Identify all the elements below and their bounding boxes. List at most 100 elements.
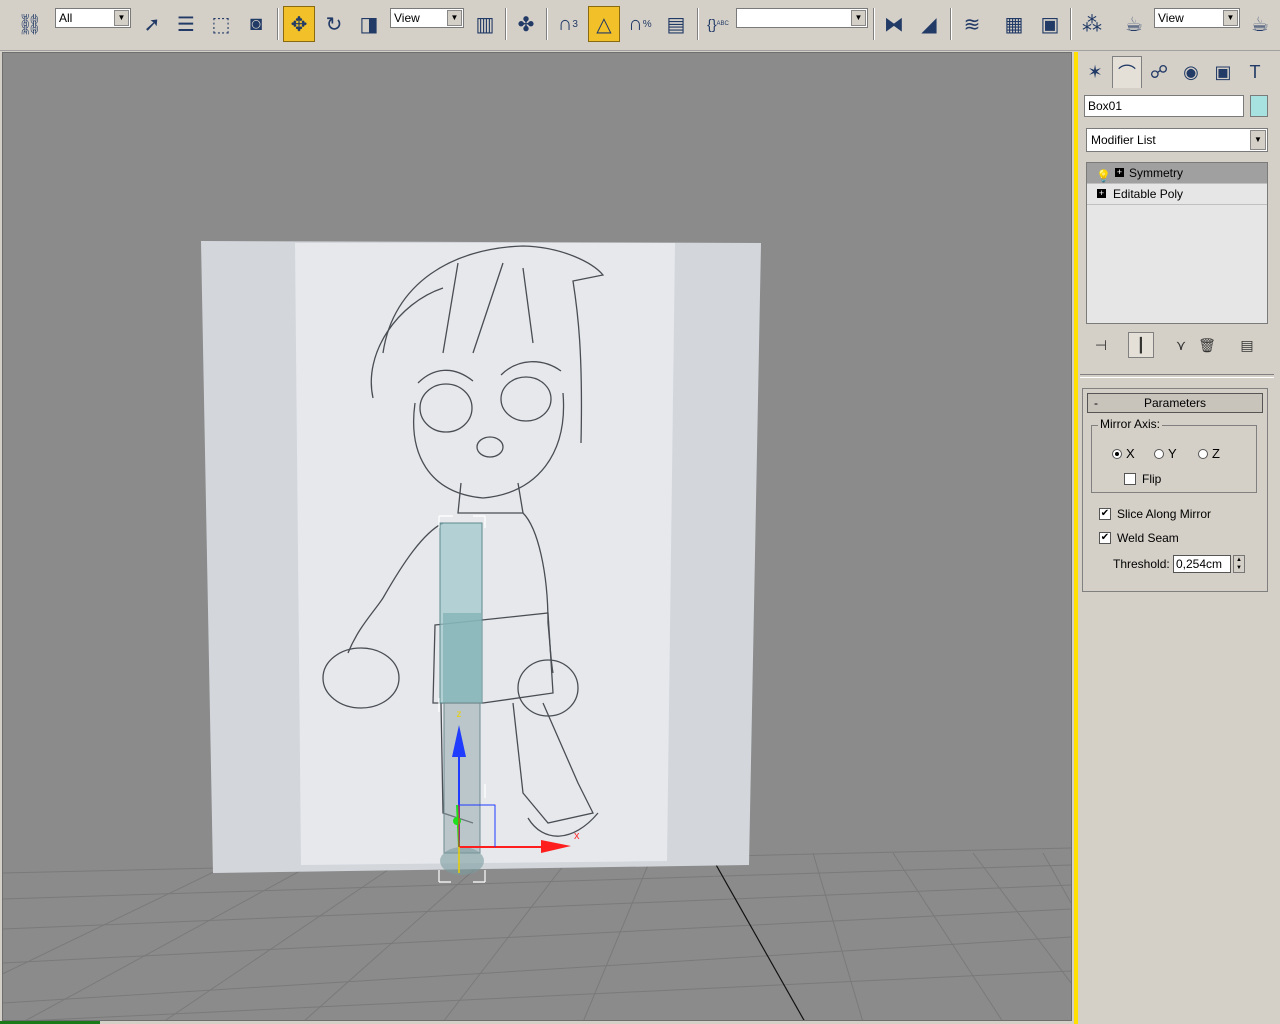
radio-label: Z xyxy=(1212,446,1220,461)
toolbar-handle[interactable] xyxy=(0,6,8,42)
toolbar-separator xyxy=(950,8,952,40)
align-icon[interactable]: ◢ xyxy=(913,6,945,42)
percent-snap-label: % xyxy=(642,18,652,30)
y-axis-handle[interactable] xyxy=(453,817,461,825)
stack-item-editable-poly[interactable]: + Editable Poly xyxy=(1087,184,1267,205)
render-setup-icon[interactable]: ☕ xyxy=(1118,6,1150,42)
x-axis-label: x xyxy=(574,830,580,842)
utilities-icon: T xyxy=(1249,61,1261,82)
schematic-view-icon[interactable]: ▣ xyxy=(1034,6,1066,42)
checkbox-box: ✔ xyxy=(1099,508,1111,520)
rectangle-selection-icon[interactable]: ⬚ xyxy=(205,6,237,42)
toolbar-separator xyxy=(277,8,279,40)
chevron-down-icon: ▼ xyxy=(114,10,129,26)
motion-tab[interactable]: ◉ xyxy=(1176,56,1206,88)
home-grid xyxy=(3,847,1071,1020)
create-tab[interactable]: ✶ xyxy=(1080,56,1110,88)
stack-item-symmetry[interactable]: 💡 + Symmetry xyxy=(1087,163,1267,184)
reference-coordinate-dropdown[interactable]: View ▼ xyxy=(390,8,464,28)
slice-along-mirror-checkbox[interactable]: ✔ Slice Along Mirror xyxy=(1099,507,1211,521)
reference-coordinate-value: View xyxy=(394,11,420,25)
panel-separator xyxy=(1080,374,1274,378)
material-editor-icon[interactable]: ⁂ xyxy=(1076,6,1108,42)
mirror-axis-group: Mirror Axis: X Y Z Flip xyxy=(1091,417,1257,493)
toolbar-separator xyxy=(873,8,875,40)
radio-dot xyxy=(1154,448,1164,459)
grid-axis-line xyxy=(714,862,805,1020)
light-bulb-icon[interactable]: 💡 xyxy=(1096,166,1111,186)
flip-checkbox[interactable]: Flip xyxy=(1124,472,1161,486)
expand-icon[interactable]: + xyxy=(1097,189,1106,198)
checkbox-label: Weld Seam xyxy=(1117,531,1179,545)
select-manipulate-icon[interactable]: ✤ xyxy=(510,6,542,42)
render-type-value: View xyxy=(1158,11,1184,25)
use-pivot-center-icon[interactable]: ▥ xyxy=(469,6,501,42)
selected-object-box01[interactable] xyxy=(438,515,486,883)
select-and-rotate-icon[interactable]: ↻ xyxy=(318,6,350,42)
z-axis-label: z xyxy=(457,709,462,720)
spinner-snap-icon[interactable]: ▤ xyxy=(660,6,692,42)
render-type-dropdown[interactable]: View ▼ xyxy=(1154,8,1240,28)
checkbox-box xyxy=(1124,473,1136,485)
select-and-link-icon[interactable]: ⛓ xyxy=(14,6,46,42)
toolbar-separator xyxy=(546,8,548,40)
layer-manager-icon[interactable]: ≋ xyxy=(956,6,988,42)
toolbar-separator xyxy=(505,8,507,40)
selection-filter-dropdown[interactable]: All ▼ xyxy=(55,8,131,28)
select-and-move-icon[interactable]: ✥ xyxy=(283,6,315,42)
remove-modifier-icon[interactable]: 🗑 xyxy=(1194,332,1220,358)
axis-y-radio[interactable]: Y xyxy=(1154,446,1177,461)
modify-tab[interactable]: ⌒ xyxy=(1112,56,1142,88)
stack-item-label: Symmetry xyxy=(1129,166,1183,180)
axis-z-radio[interactable]: Z xyxy=(1198,446,1220,461)
display-icon: ▣ xyxy=(1214,61,1232,82)
percent-snap-icon[interactable]: ∩% xyxy=(624,6,656,42)
rollout-title: Parameters xyxy=(1143,396,1207,410)
select-object-icon[interactable]: ➚ xyxy=(136,6,168,42)
weld-seam-checkbox[interactable]: ✔ Weld Seam xyxy=(1099,531,1179,545)
parameters-rollout-header[interactable]: - Parameters xyxy=(1087,393,1263,413)
display-tab[interactable]: ▣ xyxy=(1208,56,1238,88)
quick-render-icon[interactable]: ☕ xyxy=(1244,6,1276,42)
snap-dimension-label: 3 xyxy=(572,18,578,30)
show-end-result-icon[interactable]: ┃ xyxy=(1128,332,1154,358)
radio-label: X xyxy=(1126,446,1135,461)
mirror-icon[interactable]: ⧓ xyxy=(878,6,910,42)
mirror-axis-label: Mirror Axis: xyxy=(1098,417,1162,431)
utilities-tab[interactable]: T xyxy=(1240,56,1270,88)
edit-named-selections-icon[interactable]: {} ABC xyxy=(702,6,734,42)
pin-stack-icon[interactable]: ⊣ xyxy=(1088,332,1114,358)
object-name-field[interactable]: Box01 xyxy=(1084,95,1244,117)
named-selection-abc-label: ABC xyxy=(716,21,729,27)
object-color-swatch[interactable] xyxy=(1250,95,1268,117)
command-panel: ✶ ⌒ ☍ ◉ ▣ T Box01 Modifier List ▼ 💡 + Sy… xyxy=(1078,52,1280,1024)
checkbox-box: ✔ xyxy=(1099,532,1111,544)
perspective-viewport[interactable]: x z xyxy=(2,52,1072,1021)
window-crossing-icon[interactable]: ◙ xyxy=(240,6,272,42)
select-by-name-icon[interactable]: ☰ xyxy=(170,6,202,42)
main-toolbar: ⛓ All ▼ ➚ ☰ ⬚ ◙ ✥ ↻ ◨ View ▼ ▥ ✤ ∩ 3 △ ∩%… xyxy=(0,0,1280,51)
modifier-list-dropdown[interactable]: Modifier List ▼ xyxy=(1086,128,1268,152)
viewport-canvas: x z xyxy=(3,241,1071,1020)
angle-snap-icon[interactable]: △ xyxy=(588,6,620,42)
snap-toggle-icon[interactable]: ∩ 3 xyxy=(552,6,584,42)
axis-x-radio[interactable]: X xyxy=(1112,446,1135,461)
threshold-input[interactable]: 0,254cm xyxy=(1173,555,1231,573)
hierarchy-tab[interactable]: ☍ xyxy=(1144,56,1174,88)
modifier-stack: 💡 + Symmetry + Editable Poly xyxy=(1086,162,1268,324)
threshold-label: Threshold: xyxy=(1113,557,1170,571)
configure-modifier-sets-icon[interactable]: ▤ xyxy=(1234,332,1260,358)
expand-icon[interactable]: + xyxy=(1115,168,1124,177)
hierarchy-icon: ☍ xyxy=(1149,61,1169,82)
threshold-spinner[interactable]: ▲ ▼ xyxy=(1233,555,1245,573)
create-icon: ✶ xyxy=(1087,61,1103,82)
collapse-icon: - xyxy=(1094,396,1098,410)
curve-editor-icon[interactable]: ▦ xyxy=(998,6,1030,42)
checkbox-label: Slice Along Mirror xyxy=(1117,507,1212,521)
chevron-down-icon: ▼ xyxy=(447,10,462,26)
chevron-down-icon: ▼ xyxy=(851,10,866,26)
make-unique-icon[interactable]: ⋎ xyxy=(1168,332,1194,358)
modify-icon: ⌒ xyxy=(1118,63,1136,84)
select-and-scale-icon[interactable]: ◨ xyxy=(353,6,385,42)
named-selection-dropdown[interactable]: ▼ xyxy=(736,8,868,28)
